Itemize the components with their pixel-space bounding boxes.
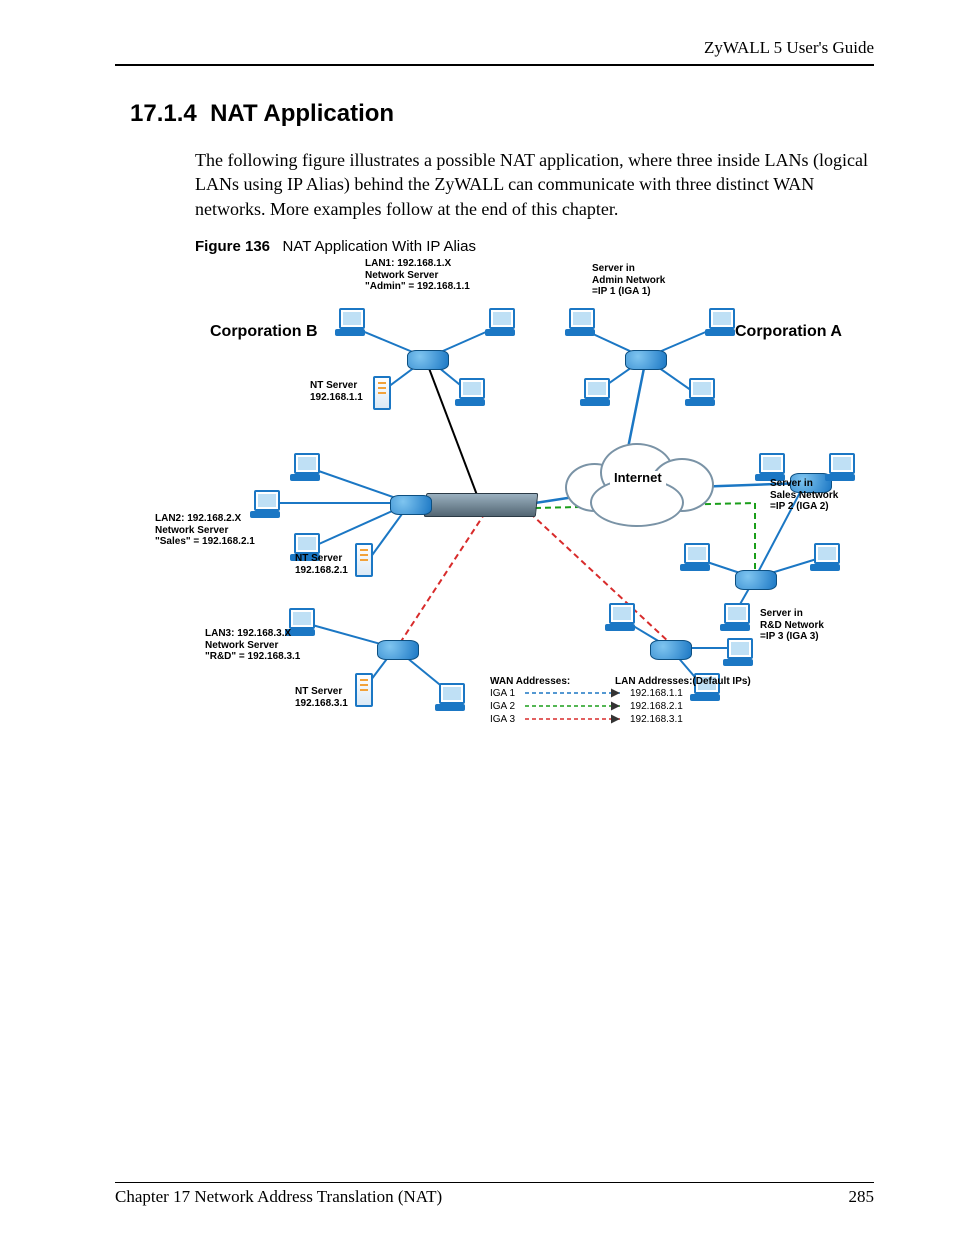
srv-admin-label: Server in Admin Network =IP 1 (IGA 1) <box>592 263 665 298</box>
body-paragraph: The following figure illustrates a possi… <box>195 148 874 221</box>
lan3-label: LAN3: 192.168.3.X Network Server "R&D" =… <box>205 628 300 663</box>
corp-b-label: Corporation B <box>210 323 318 341</box>
srv-rd-label: Server in R&D Network =IP 3 (IGA 3) <box>760 608 824 643</box>
lan2-label: LAN2: 192.168.2.X Network Server "Sales"… <box>155 513 255 548</box>
internet-label: Internet <box>610 471 666 486</box>
iga1-label: IGA 1 <box>490 688 515 700</box>
footer-chapter: Chapter 17 Network Address Translation (… <box>115 1187 442 1207</box>
pc-icon <box>335 308 365 336</box>
figure-number: Figure 136 <box>195 238 270 255</box>
pc-icon <box>565 308 595 336</box>
pc-icon <box>705 308 735 336</box>
pc-icon <box>290 453 320 481</box>
nat-diagram: Internet Corporation B Corporation A LAN… <box>195 258 855 738</box>
lanip3-label: 192.168.3.1 <box>630 714 683 726</box>
nt2-label: NT Server192.168.2.1 <box>295 553 348 576</box>
pc-icon <box>810 543 840 571</box>
srv-sales-label: Server in Sales Network =IP 2 (IGA 2) <box>770 478 838 513</box>
pc-icon <box>723 638 753 666</box>
nt3-label: NT Server192.168.3.1 <box>295 686 348 709</box>
pc-icon <box>435 683 465 711</box>
pc-icon <box>455 378 485 406</box>
lan1-label: LAN1: 192.168.1.X Network Server "Admin"… <box>365 258 470 293</box>
lanip1-label: 192.168.1.1 <box>630 688 683 700</box>
page-number: 285 <box>849 1187 875 1207</box>
lanip2-label: 192.168.2.1 <box>630 701 683 713</box>
pc-icon <box>825 453 855 481</box>
router-lan2 <box>390 495 432 515</box>
lan-header: LAN Addresses:(Default IPs) <box>615 676 751 688</box>
corp-a-label: Corporation A <box>735 323 842 341</box>
running-header: ZyWALL 5 User's Guide <box>115 38 874 58</box>
nt1-label: NT Server192.168.1.1 <box>310 380 363 403</box>
section-number: 17.1.4 <box>130 100 197 127</box>
footer-rule <box>115 1182 874 1183</box>
router-admin <box>625 350 667 370</box>
nt-server-1 <box>373 376 391 410</box>
nt-server-2 <box>355 543 373 577</box>
iga3-label: IGA 3 <box>490 714 515 726</box>
router-sales <box>735 570 777 590</box>
zywall-device <box>424 493 539 517</box>
section-title: NAT Application <box>210 100 394 127</box>
pc-icon <box>605 603 635 631</box>
pc-icon <box>680 543 710 571</box>
header-rule <box>115 64 874 66</box>
nt-server-3 <box>355 673 373 707</box>
iga2-label: IGA 2 <box>490 701 515 713</box>
figure-caption: Figure 136 NAT Application With IP Alias <box>195 238 476 255</box>
section-heading: 17.1.4 NAT Application <box>130 100 394 128</box>
wan-header: WAN Addresses: <box>490 676 570 688</box>
internet-cloud: Internet <box>555 438 725 528</box>
pc-icon <box>755 453 785 481</box>
router-rd <box>650 640 692 660</box>
pc-icon <box>685 378 715 406</box>
pc-icon <box>485 308 515 336</box>
pc-icon <box>580 378 610 406</box>
figure-title: NAT Application With IP Alias <box>283 238 476 255</box>
pc-icon <box>720 603 750 631</box>
router-lan3 <box>377 640 419 660</box>
router-lan1 <box>407 350 449 370</box>
